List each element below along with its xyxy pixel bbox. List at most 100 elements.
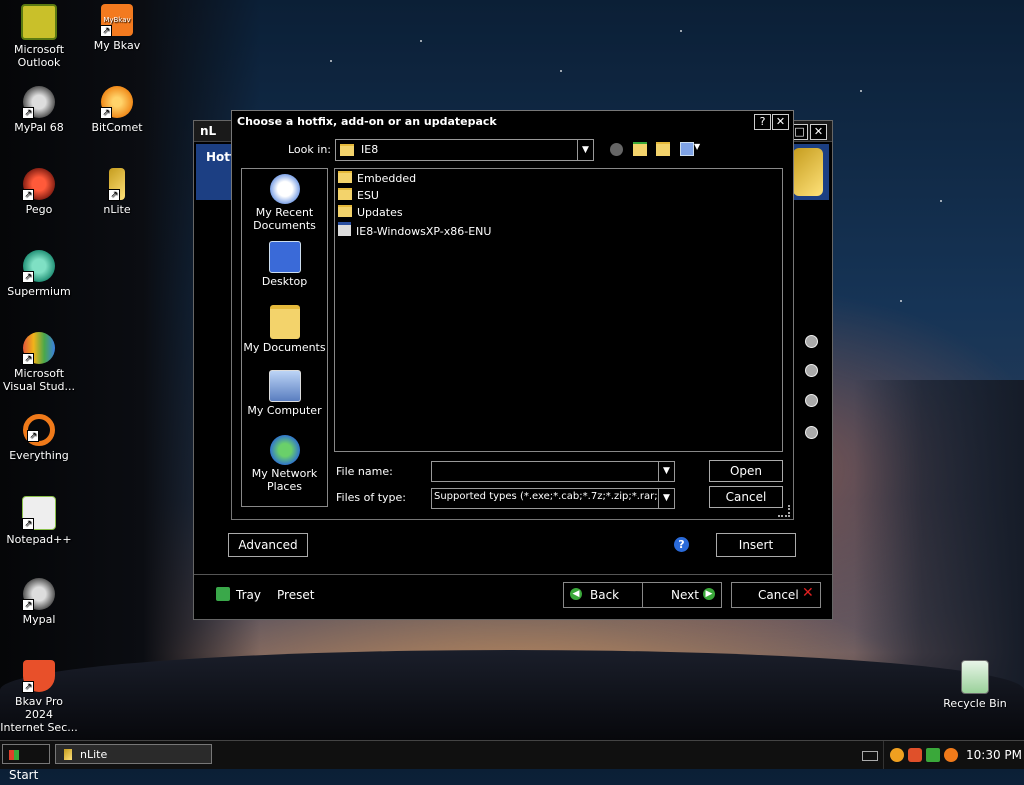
list-item[interactable]: IE8-WindowsXP-x86-ENU bbox=[338, 222, 491, 238]
look-in-label: Look in: bbox=[288, 143, 331, 156]
star bbox=[860, 90, 862, 92]
desktop-icon-label: Everything bbox=[9, 449, 69, 462]
tray-button[interactable]: Tray bbox=[236, 588, 261, 602]
place-label: My Network Places bbox=[251, 467, 318, 493]
desktop-icon-label: Recycle Bin bbox=[943, 697, 1007, 710]
close-icon[interactable]: ✕ bbox=[810, 124, 827, 140]
star bbox=[940, 200, 942, 202]
dialog-title: Choose a hotfix, add-on or an updatepack bbox=[237, 115, 497, 128]
chevron-down-icon[interactable]: ▼ bbox=[658, 489, 674, 508]
radio-option-4[interactable] bbox=[805, 426, 818, 439]
back-nav-icon[interactable] bbox=[610, 143, 623, 156]
desktop-icon-pego[interactable]: ↗ Pego bbox=[0, 168, 78, 216]
notepadpp-icon: ↗ bbox=[22, 496, 56, 530]
desktop-icon-notepadpp[interactable]: ↗ Notepad++ bbox=[0, 496, 78, 546]
keyboard-icon[interactable] bbox=[862, 751, 878, 761]
radio-option-1[interactable] bbox=[805, 335, 818, 348]
bkav-shield-icon: ↗ bbox=[22, 660, 55, 693]
taskbar: Start nLite 10:30 PM bbox=[0, 740, 1024, 782]
desktop-icon-bitcomet[interactable]: ↗ BitComet bbox=[78, 86, 156, 134]
up-folder-icon[interactable] bbox=[633, 142, 647, 156]
pego-icon: ↗ bbox=[22, 168, 55, 201]
back-button[interactable]: ◀ Back bbox=[563, 582, 643, 608]
place-my-network-places[interactable]: My Network Places bbox=[242, 435, 327, 493]
mypal-icon: ↗ bbox=[22, 578, 55, 611]
resize-grip-icon[interactable] bbox=[778, 505, 790, 517]
desktop-icon-recycle-bin[interactable]: Recycle Bin bbox=[936, 660, 1014, 710]
shortcut-arrow-icon: ↗ bbox=[100, 107, 112, 119]
desktop-icon-mypal-68[interactable]: ↗ MyPal 68 bbox=[0, 86, 78, 134]
choose-file-dialog: Choose a hotfix, add-on or an updatepack… bbox=[231, 110, 794, 520]
desktop-icon-label: nLite bbox=[103, 203, 131, 216]
view-menu-icon[interactable] bbox=[680, 142, 694, 156]
desktop-icon-nlite[interactable]: ↗ nLite bbox=[78, 168, 156, 216]
place-label: My Recent Documents bbox=[253, 206, 316, 232]
desktop-icon-bkav-pro[interactable]: ↗ Bkav Pro 2024 Internet Sec... bbox=[0, 660, 78, 734]
dialog-close-icon[interactable]: ✕ bbox=[772, 114, 789, 130]
shortcut-arrow-icon: ↗ bbox=[22, 189, 34, 201]
files-of-type-select[interactable]: Supported types (*.exe;*.cab;*.7z;*.zip;… bbox=[431, 488, 675, 509]
start-button[interactable]: Start bbox=[2, 744, 50, 782]
clock[interactable]: 10:30 PM bbox=[966, 748, 1022, 762]
insert-button[interactable]: Insert bbox=[716, 533, 796, 557]
taskbar-item-label: nLite bbox=[80, 748, 108, 761]
list-item[interactable]: Updates bbox=[338, 205, 403, 221]
chevron-down-icon[interactable]: ▼ bbox=[577, 140, 593, 160]
view-menu-chevron-icon[interactable]: ▼ bbox=[694, 142, 700, 151]
nlite-icon bbox=[64, 749, 72, 760]
back-arrow-icon: ◀ bbox=[570, 588, 582, 600]
chevron-down-icon[interactable]: ▼ bbox=[658, 462, 674, 481]
file-name: Updates bbox=[357, 206, 403, 219]
help-icon[interactable]: ? bbox=[674, 537, 689, 552]
dialog-cancel-button[interactable]: Cancel bbox=[709, 486, 783, 508]
shortcut-arrow-icon: ↗ bbox=[108, 189, 120, 201]
place-my-computer[interactable]: My Computer bbox=[242, 370, 327, 417]
radio-option-2[interactable] bbox=[805, 364, 818, 377]
shortcut-arrow-icon: ↗ bbox=[22, 518, 34, 530]
bkav-icon: MyBkav ↗ bbox=[100, 4, 133, 37]
bkav-tray-icon[interactable] bbox=[890, 748, 904, 762]
shortcut-arrow-icon: ↗ bbox=[22, 107, 34, 119]
cancel-label: Cancel bbox=[758, 588, 799, 602]
place-my-recent-documents[interactable]: My Recent Documents bbox=[242, 174, 327, 232]
nlite-logo-icon bbox=[793, 148, 823, 196]
shield-tray-icon[interactable] bbox=[908, 748, 922, 762]
place-label: My Documents bbox=[243, 341, 326, 354]
file-name: Embedded bbox=[357, 172, 417, 185]
nlite-cancel-button[interactable]: Cancel ✕ bbox=[731, 582, 821, 608]
next-label: Next bbox=[671, 588, 699, 602]
desktop-icon-my-bkav[interactable]: MyBkav ↗ My Bkav bbox=[78, 4, 156, 52]
desktop-icon-microsoft-outlook[interactable]: Microsoft Outlook bbox=[0, 4, 78, 69]
search-tray-icon[interactable] bbox=[944, 748, 958, 762]
back-label: Back bbox=[590, 588, 620, 602]
taskbar-item-nlite[interactable]: nLite bbox=[55, 744, 212, 764]
help-title-icon[interactable]: ? bbox=[754, 114, 771, 130]
network-tray-icon[interactable] bbox=[926, 748, 940, 762]
preset-button[interactable]: Preset bbox=[277, 588, 314, 602]
place-label: Desktop bbox=[261, 275, 308, 288]
advanced-button[interactable]: Advanced bbox=[228, 533, 308, 557]
desktop-icon-everything[interactable]: ↗ Everything bbox=[0, 414, 78, 462]
desktop-icon-supermium[interactable]: ↗ Supermium bbox=[0, 250, 78, 298]
desktop-icon-label: MyPal 68 bbox=[14, 121, 64, 134]
radio-option-3[interactable] bbox=[805, 394, 818, 407]
desktop-icon-mypal[interactable]: ↗ Mypal bbox=[0, 578, 78, 626]
open-button[interactable]: Open bbox=[709, 460, 783, 482]
next-button[interactable]: Next ▶ bbox=[642, 582, 722, 608]
star bbox=[900, 300, 902, 302]
list-item[interactable]: ESU bbox=[338, 188, 379, 204]
file-name-field[interactable]: ▼ bbox=[431, 461, 675, 482]
my-computer-icon bbox=[268, 370, 301, 402]
system-tray: 10:30 PM bbox=[883, 741, 1024, 769]
shortcut-arrow-icon: ↗ bbox=[22, 353, 34, 365]
place-my-documents[interactable]: My Documents bbox=[242, 305, 327, 354]
look-in-combo[interactable]: IE8 ▼ bbox=[335, 139, 594, 161]
shortcut-arrow-icon: ↗ bbox=[100, 25, 112, 37]
list-item[interactable]: Embedded bbox=[338, 171, 416, 187]
exe-file-icon bbox=[338, 222, 351, 236]
file-list: Embedded ESU Updates IE8-WindowsXP-x86-E… bbox=[334, 168, 783, 452]
folder-icon bbox=[338, 205, 352, 217]
place-desktop[interactable]: Desktop bbox=[242, 241, 327, 288]
new-folder-icon[interactable] bbox=[656, 142, 670, 156]
desktop-icon-visual-studio[interactable]: ↗ Microsoft Visual Stud... bbox=[0, 332, 78, 393]
